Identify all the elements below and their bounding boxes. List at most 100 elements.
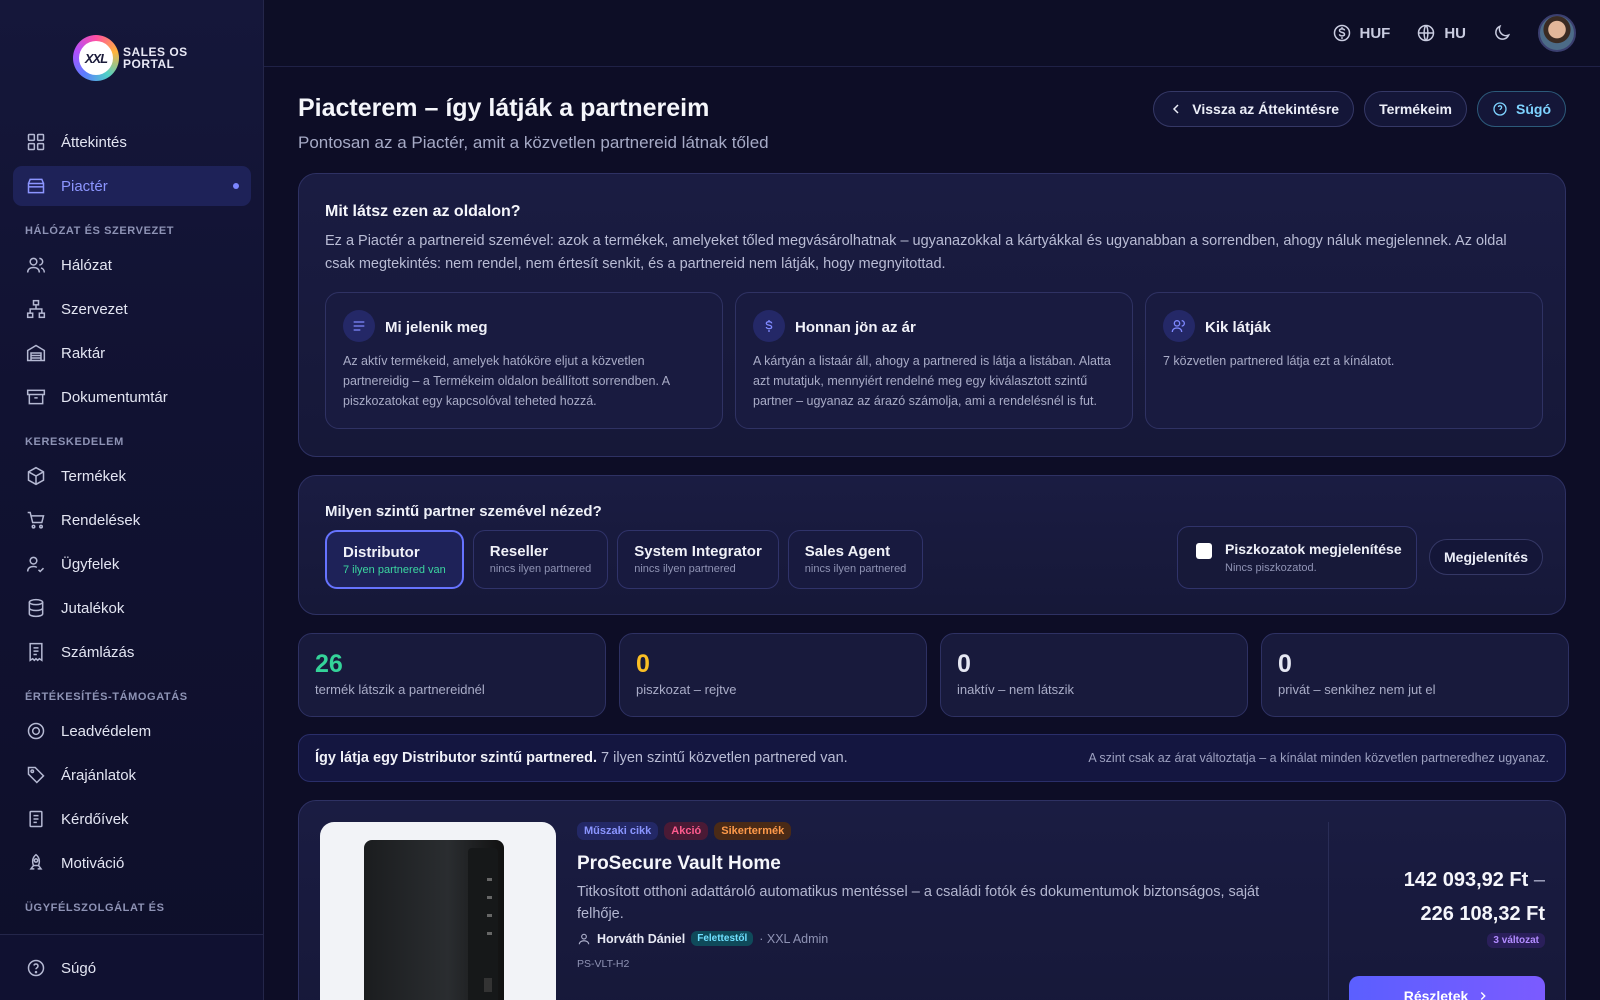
sidebar-item-kerdoivek[interactable]: Kérdőívek <box>13 799 251 839</box>
product-owner-role: · XXL Admin <box>759 931 829 946</box>
details-button[interactable]: Részletek <box>1349 976 1545 1000</box>
list-icon <box>353 321 365 331</box>
help-button-label: Súgó <box>1516 101 1551 117</box>
sidebar-item-label: Számlázás <box>61 643 135 661</box>
product-price-range: 142 093,92 Ft – 226 108,32 Ft <box>1404 863 1545 931</box>
level-selector-title: Milyen szintű partner szemével nézed? <box>325 503 602 520</box>
price-from: 142 093,92 Ft <box>1403 869 1529 891</box>
currency-switcher[interactable]: HUF <box>1332 23 1390 43</box>
tag-icon <box>27 766 45 784</box>
user-avatar[interactable] <box>1538 14 1576 52</box>
stat-label: termék látszik a partnereidnél <box>315 682 485 697</box>
sidebar-item-szervezet[interactable]: Szervezet <box>13 289 251 329</box>
database-icon <box>28 598 44 618</box>
sidebar-item-ugyfelek[interactable]: Ügyfelek <box>13 544 251 584</box>
help-circle-icon <box>27 959 45 977</box>
sidebar-item-label: Árajánlatok <box>61 766 137 784</box>
sidebar-item-termekek[interactable]: Termékek <box>13 456 251 496</box>
topbar: HUF HU <box>264 0 1600 67</box>
level-option-sales-agent[interactable]: Sales Agent nincs ilyen partnered <box>787 530 924 589</box>
level-option-name: System Integrator <box>634 543 762 560</box>
product-tag: Akció <box>664 822 709 840</box>
show-drafts-label: Piszkozatok megjelenítése <box>1225 541 1402 557</box>
product-card[interactable]: Műszaki cikk Akció Sikertermék ProSecure… <box>298 800 1566 1000</box>
level-option-system-integrator[interactable]: System Integrator nincs ilyen partnered <box>617 530 779 589</box>
sidebar-item-halozat[interactable]: Hálózat <box>13 245 251 285</box>
product-name[interactable]: ProSecure Vault Home <box>577 853 781 875</box>
sidebar-footer: Súgó <box>0 934 263 1000</box>
info-title: Mit látsz ezen az oldalon? <box>325 203 521 220</box>
price-to: 226 108,32 Ft <box>1420 903 1545 925</box>
nas-device-illustration <box>364 840 504 1000</box>
my-products-label: Termékeim <box>1379 101 1452 117</box>
sidebar-item-label: Áttekintés <box>61 133 127 151</box>
my-products-button[interactable]: Termékeim <box>1364 91 1467 127</box>
show-drafts-checkbox[interactable] <box>1196 543 1212 559</box>
level-option-sub: nincs ilyen partnered <box>489 563 592 575</box>
info-card-text: Az aktív termékeid, amelyek hatóköre elj… <box>343 354 670 408</box>
sidebar-item-motivacio[interactable]: Motiváció <box>13 843 251 883</box>
sidebar-item-label: Raktár <box>61 344 106 362</box>
sidebar-item-leadvedelem[interactable]: Leadvédelem <box>13 711 251 751</box>
partner-level-selector: Milyen szintű partner szemével nézed? Di… <box>298 475 1566 615</box>
sidebar-item-piacter[interactable]: Piactér <box>13 166 251 206</box>
stat-visible-products: 26 termék látszik a partnereidnél <box>298 633 606 717</box>
info-text: Ez a Piactér a partnereid szemével: azok… <box>325 233 1507 272</box>
sidebar-item-dokumentumtar[interactable]: Dokumentumtár <box>13 377 251 417</box>
page-title: Piacterem – így látják a partnereim <box>298 94 710 122</box>
product-sku: PS-VLT-H2 <box>577 958 630 970</box>
sidebar-item-jutalekok[interactable]: Jutalékok <box>13 588 251 628</box>
sidebar-item-sugo[interactable]: Súgó <box>13 948 251 988</box>
info-panel: Mit látsz ezen az oldalon? Ez a Piactér … <box>298 173 1566 457</box>
sidebar-item-label: Kérdőívek <box>61 810 129 828</box>
product-image[interactable] <box>320 822 556 1000</box>
back-to-overview-button[interactable]: Vissza az Áttekintésre <box>1153 91 1355 127</box>
level-option-sub: 7 ilyen partnered van <box>343 564 446 576</box>
level-option-sub: nincs ilyen partnered <box>634 563 736 575</box>
sidebar-item-label: Jutalékok <box>61 599 125 617</box>
logo-mark: XXL <box>73 35 119 81</box>
sidebar-item-rendelesek[interactable]: Rendelések <box>13 500 251 540</box>
details-button-label: Részletek <box>1403 988 1469 1000</box>
sidebar-item-label: Szervezet <box>61 300 128 318</box>
show-drafts-toggle[interactable]: Piszkozatok megjelenítése Nincs piszkoza… <box>1177 526 1417 589</box>
language-label: HU <box>1444 24 1466 42</box>
level-option-name: Distributor <box>343 544 420 561</box>
sidebar-item-raktar[interactable]: Raktár <box>13 333 251 373</box>
org-chart-icon <box>26 299 46 319</box>
stat-private: 0 privát – senkihez nem jut el <box>1261 633 1569 717</box>
info-card-text: 7 közvetlen partnered látja ezt a kínála… <box>1163 354 1395 368</box>
display-button-label: Megjelenítés <box>1444 549 1529 565</box>
help-button[interactable]: Súgó <box>1477 91 1566 127</box>
sidebar-item-label: Termékek <box>61 467 127 485</box>
level-option-name: Reseller <box>489 543 549 560</box>
sidebar-nav: Áttekintés Piactér HÁLÓZAT ÉS SZERVEZET … <box>13 122 251 922</box>
grid-icon <box>27 133 45 151</box>
theme-toggle[interactable] <box>1492 23 1512 43</box>
user-check-icon <box>26 556 45 573</box>
clipboard-icon <box>29 810 43 828</box>
info-card-what-appears: Mi jelenik meg Az aktív termékeid, amely… <box>325 292 723 429</box>
sidebar-item-label: Leadvédelem <box>61 722 152 740</box>
stat-label: privát – senkihez nem jut el <box>1278 682 1436 697</box>
level-option-distributor[interactable]: Distributor 7 ilyen partnered van <box>325 530 464 589</box>
sidebar-item-arajanlatok[interactable]: Árajánlatok <box>13 755 251 795</box>
perspective-note: Így látja egy Distributor szintű partner… <box>298 734 1566 782</box>
sidebar-item-szamlazas[interactable]: Számlázás <box>13 632 251 672</box>
product-tag: Műszaki cikk <box>577 822 659 840</box>
level-option-sub: nincs ilyen partnered <box>804 563 907 575</box>
logo-mark-text: XXL <box>79 41 113 75</box>
target-icon <box>27 722 45 740</box>
logo[interactable]: XXL SALES OS PORTAL <box>73 35 199 81</box>
level-option-reseller[interactable]: Reseller nincs ilyen partnered <box>472 530 609 589</box>
stat-drafts-hidden: 0 piszkozat – rejtve <box>619 633 927 717</box>
product-owner-badge: Felettestől <box>691 931 754 946</box>
display-button[interactable]: Megjelenítés <box>1429 539 1544 575</box>
header-actions: Vissza az Áttekintésre Termékeim Súgó <box>1153 91 1566 127</box>
stats-row: 26 termék látszik a partnereidnél 0 pisz… <box>298 633 1569 717</box>
stat-value: 0 <box>957 650 971 678</box>
sidebar-item-attekintes[interactable]: Áttekintés <box>13 122 251 162</box>
language-switcher[interactable]: HU <box>1416 23 1466 43</box>
perspective-note-bold: Így látja egy Distributor szintű partner… <box>315 750 597 766</box>
nav-section-title: ÉRTÉKESÍTÉS-TÁMOGATÁS <box>25 691 188 703</box>
